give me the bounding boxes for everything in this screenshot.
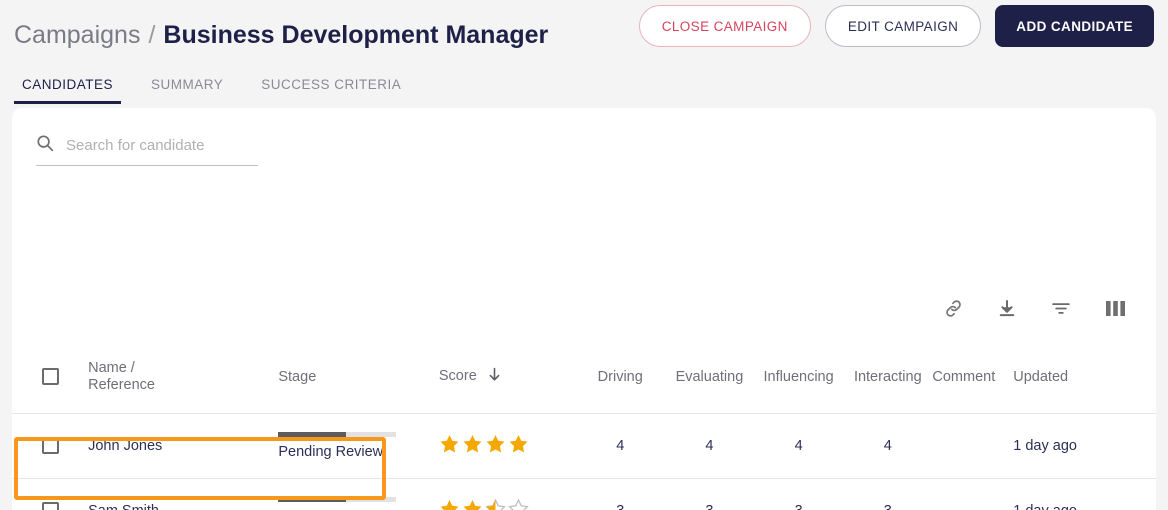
cell-comment [932,413,1014,479]
star-filled-icon [485,433,506,458]
cell-evaluating: 4 [664,413,755,479]
breadcrumb: Campaigns / Business Development Manager [14,21,548,50]
star-filled-icon [462,433,483,458]
column-header-evaluating[interactable]: Evaluating [664,341,755,414]
candidates-table: Name / Reference Stage Score Driving Eva… [12,341,1156,510]
columns-icon[interactable] [1105,299,1126,323]
star-filled-icon [508,433,529,458]
table-row[interactable]: John Jones Pending Review 4 4 4 4 1 day … [12,413,1156,479]
table-header-row: Name / Reference Stage Score Driving Eva… [12,341,1156,414]
column-header-influencing[interactable]: Influencing [754,341,844,414]
cell-influencing: 3 [754,478,844,510]
cell-influencing: 4 [754,413,844,479]
close-campaign-button[interactable]: CLOSE CAMPAIGN [638,5,811,47]
search-input[interactable] [66,137,258,154]
cell-score [438,478,576,510]
cell-name: John Jones [88,413,279,479]
cell-evaluating: 3 [664,478,755,510]
select-all-checkbox[interactable] [42,368,59,386]
link-icon[interactable] [943,298,964,324]
add-candidate-button[interactable]: ADD CANDIDATE [995,5,1154,47]
cell-driving: 3 [575,478,665,510]
cell-interacting: 4 [843,413,933,479]
star-empty-icon [508,498,529,510]
table-row[interactable]: Sam Smith Pending Review [12,478,1156,510]
tab-candidates[interactable]: CANDIDATES [14,77,122,104]
column-header-name-line1: Name / [88,360,135,377]
cell-updated: 1 day ago [1013,478,1156,510]
row-select-cell [12,413,89,479]
cell-score [438,413,576,479]
cell-name: Sam Smith [88,478,279,510]
row-checkbox[interactable] [42,502,59,510]
row-select-cell [12,478,89,510]
column-header-score[interactable]: Score [438,341,576,414]
tab-summary[interactable]: SUMMARY [143,77,231,104]
cell-driving: 4 [575,413,665,479]
cell-interacting: 3 [843,478,933,510]
star-rating [439,433,576,458]
table-toolbar [943,298,1126,324]
tab-bar: CANDIDATES SUMMARY SUCCESS CRITERIA [0,70,1168,104]
search-row [12,108,1156,166]
stage-label: Pending Review [278,443,384,460]
header-actions: CLOSE CAMPAIGN EDIT CAMPAIGN ADD CANDIDA… [638,5,1154,47]
star-filled-icon [462,498,483,510]
page-header: Campaigns / Business Development Manager… [0,0,1168,70]
stage-progress-bar [278,431,397,437]
column-header-interacting[interactable]: Interacting [843,341,933,414]
cell-stage: Pending Review [278,413,439,479]
column-header-comment[interactable]: Comment [932,341,1014,414]
column-header-score-label: Score [438,368,477,385]
tab-success-criteria[interactable]: SUCCESS CRITERIA [253,77,409,104]
breadcrumb-campaigns-link[interactable]: Campaigns [14,21,140,50]
filter-icon[interactable] [1050,298,1072,324]
edit-campaign-button[interactable]: EDIT CAMPAIGN [824,5,982,47]
sort-descending-icon [488,367,501,386]
page-title: Business Development Manager [163,20,549,49]
cell-comment [932,478,1014,510]
search-box[interactable] [36,134,258,166]
column-header-updated[interactable]: Updated [1013,341,1156,414]
candidates-card: Name / Reference Stage Score Driving E [12,108,1156,510]
download-icon[interactable] [997,298,1017,324]
table-body: John Jones Pending Review 4 4 4 4 1 day … [12,413,1156,510]
column-header-driving[interactable]: Driving [575,341,665,414]
cell-updated: 1 day ago [1013,413,1156,479]
row-checkbox[interactable] [42,437,59,454]
star-filled-icon [439,498,460,510]
star-filled-icon [439,433,460,458]
column-header-name-line2: Reference [88,376,155,393]
stage-progress-bar [278,496,397,502]
star-half-icon [485,498,506,510]
column-header-name[interactable]: Name / Reference [88,341,279,414]
breadcrumb-separator: / [148,20,156,49]
cell-stage: Pending Review [278,478,439,510]
select-all-header [12,341,89,414]
column-header-stage[interactable]: Stage [278,341,439,414]
star-rating [439,498,576,510]
search-icon [36,134,54,157]
